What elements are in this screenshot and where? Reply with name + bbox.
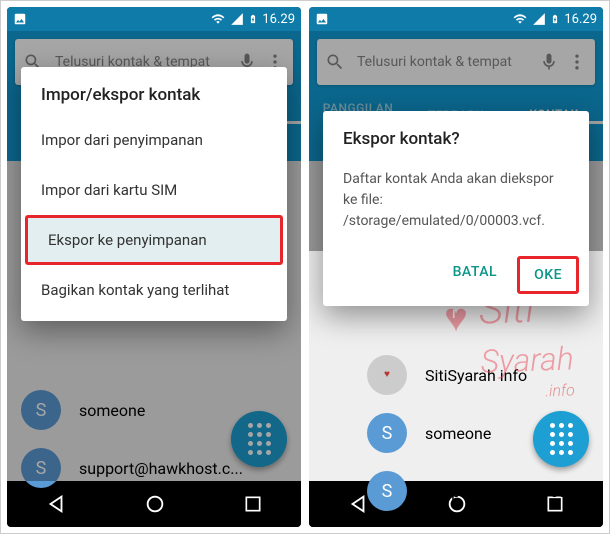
avatar: S [367, 413, 407, 453]
image-icon [13, 12, 27, 26]
import-export-dialog: Impor/ekspor kontak Impor dari penyimpan… [21, 67, 287, 321]
wifi-icon [210, 12, 226, 26]
signal-icon [230, 12, 244, 26]
avatar: S [367, 471, 407, 511]
wifi-icon [512, 12, 528, 26]
contact-name: SitiSyarah info [425, 366, 527, 385]
dialpad-fab[interactable] [533, 411, 589, 467]
option-import-storage[interactable]: Impor dari penyimpanan [21, 115, 287, 165]
export-confirm-dialog: Ekspor kontak? Daftar kontak Anda akan d… [323, 111, 589, 306]
option-export-storage[interactable]: Ekspor ke penyimpanan [25, 215, 283, 265]
dialog-message: Daftar kontak Anda akan diekspor ke file… [323, 159, 589, 250]
cancel-button[interactable]: BATAL [439, 256, 512, 294]
clock: 16.29 [262, 12, 295, 27]
dialog-title: Impor/ekspor kontak [21, 85, 287, 115]
status-bar: 16.29 [309, 7, 603, 31]
option-share-visible[interactable]: Bagikan kontak yang terlihat [21, 265, 287, 315]
dialer-app: Telusuri kontak & tempat PANGGILAN CEPAT… [7, 31, 301, 481]
dialog-title: Ekspor kontak? [323, 129, 589, 159]
contact-row[interactable]: S support@hawkhost.c... [309, 462, 603, 520]
battery-icon [550, 12, 560, 26]
ok-button[interactable]: OKE [517, 256, 579, 294]
phone-screenshot-right: 16.29 Telusuri kontak & tempat PANGGILAN… [309, 7, 603, 527]
option-import-sim[interactable]: Impor dari kartu SIM [21, 165, 287, 215]
signal-icon [532, 12, 546, 26]
avatar: ♥ [367, 355, 407, 395]
image-icon [315, 12, 329, 26]
contact-name: support@hawkhost.c... [425, 482, 589, 501]
phone-screenshot-left: 16.29 Telusuri kontak & tempat PANGGILAN… [7, 7, 301, 527]
contact-row[interactable]: ♥ SitiSyarah info [309, 346, 603, 404]
status-bar: 16.29 [7, 7, 301, 31]
contact-name: someone [425, 424, 491, 443]
clock: 16.29 [564, 12, 597, 27]
dialpad-icon [550, 423, 573, 455]
battery-icon [248, 12, 258, 26]
dialer-app: Telusuri kontak & tempat PANGGILAN CEPAT… [309, 31, 603, 481]
